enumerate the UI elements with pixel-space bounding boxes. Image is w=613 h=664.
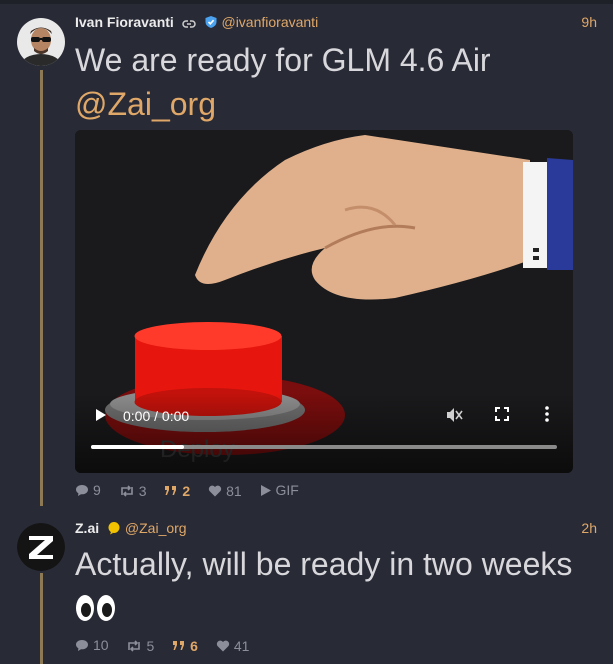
heart-icon — [208, 485, 222, 496]
post-time[interactable]: 9h — [581, 14, 597, 30]
post-text: Actually, will be ready in two weeks — [75, 542, 595, 634]
post-header: Z.ai @Zai_org 2h — [75, 520, 597, 538]
verified-icon — [204, 15, 218, 32]
post-text: We are ready for GLM 4.6 Air @Zai_org — [75, 38, 595, 126]
bot-link-icon — [182, 16, 196, 32]
repost-count: 5 — [146, 637, 155, 654]
like-count: 81 — [226, 482, 242, 499]
video-timecode: 0:00 / 0:00 — [123, 408, 190, 424]
heart-icon — [216, 640, 229, 651]
reply-count: 10 — [93, 637, 109, 653]
eyes-emoji-icon — [75, 590, 117, 634]
author-handle[interactable]: @ivanfioravanti — [221, 14, 318, 30]
quote-button[interactable]: 6 — [172, 638, 198, 654]
avatar[interactable] — [17, 18, 65, 66]
quote-count: 2 — [182, 482, 191, 499]
like-button[interactable]: 81 — [208, 483, 242, 499]
play-icon[interactable] — [95, 408, 107, 427]
like-count: 41 — [233, 637, 250, 654]
post-actions: 10 5 6 41 — [75, 637, 263, 655]
post-header: Ivan Fioravanti @ivanfioravanti 9h — [75, 14, 597, 32]
play-triangle-icon — [260, 484, 271, 496]
video-controls: 0:00 / 0:00 — [75, 393, 573, 473]
post-actions: 9 3 2 81 GIF — [75, 482, 313, 500]
quote-icon — [173, 640, 185, 650]
avatar[interactable] — [17, 523, 65, 571]
comment-icon — [76, 639, 88, 651]
repost-button[interactable]: 3 — [119, 482, 147, 499]
comment-icon — [76, 484, 88, 496]
quote-icon — [165, 485, 177, 495]
video-progress-fill — [91, 445, 185, 449]
post-time[interactable]: 2h — [581, 520, 597, 536]
post-ivan: Ivan Fioravanti @ivanfioravanti 9h We ar… — [0, 14, 613, 504]
quote-count: 6 — [190, 637, 198, 654]
author-handle[interactable]: @Zai_org — [125, 520, 187, 536]
more-options-icon[interactable] — [545, 406, 549, 427]
repost-icon — [128, 639, 141, 652]
reply-count: 9 — [93, 482, 101, 498]
gif-label: GIF — [275, 482, 299, 498]
mute-icon[interactable] — [445, 406, 463, 429]
mention-link[interactable]: @Zai_org — [75, 86, 216, 122]
like-button[interactable]: 41 — [216, 637, 250, 654]
affiliation-badge-icon — [107, 521, 121, 538]
quote-button[interactable]: 2 — [164, 483, 190, 499]
video-progress-bar[interactable] — [91, 445, 557, 449]
post-body: We are ready for GLM 4.6 Air — [75, 42, 491, 78]
controls-row: 0:00 / 0:00 — [91, 405, 557, 427]
fullscreen-icon[interactable] — [495, 407, 509, 426]
repost-button[interactable]: 5 — [126, 638, 154, 654]
repost-icon — [120, 484, 133, 497]
video-player[interactable]: Deploy 0:00 / 0:00 — [75, 130, 573, 473]
post-body: Actually, will be ready in two weeks — [75, 546, 573, 582]
gif-button[interactable]: GIF — [260, 482, 299, 498]
top-divider — [0, 0, 613, 4]
repost-count: 3 — [138, 482, 147, 499]
reply-button[interactable]: 9 — [75, 482, 101, 498]
post-zai: Z.ai @Zai_org 2h Actually, will be ready… — [0, 520, 613, 664]
author-name[interactable]: Ivan Fioravanti — [75, 14, 174, 30]
reply-button[interactable]: 10 — [75, 637, 109, 653]
author-name[interactable]: Z.ai — [75, 520, 99, 536]
